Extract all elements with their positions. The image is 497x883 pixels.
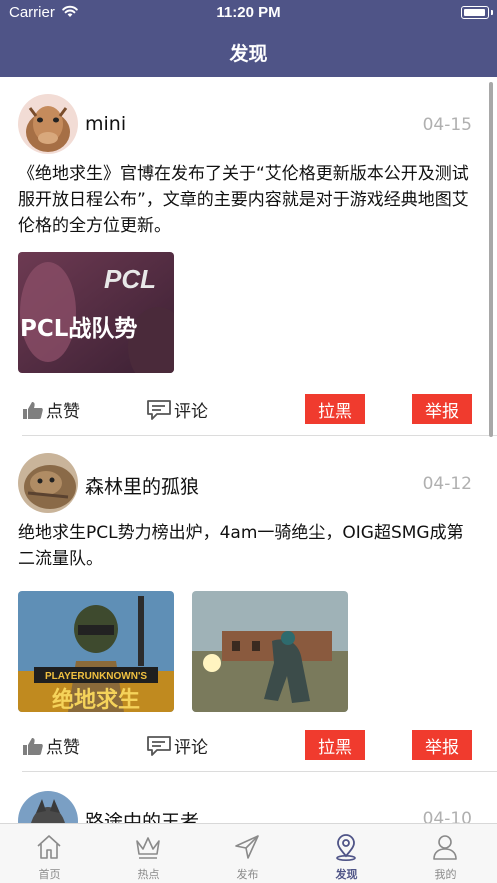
avatar[interactable]	[18, 453, 78, 513]
post-card: 森林里的孤狼 04-12 绝地求生PCL势力榜出炉，4am一骑绝尘，OIG超SM…	[0, 437, 497, 773]
battery-icon	[461, 6, 493, 19]
tab-label: 我的	[434, 868, 457, 881]
tab-home[interactable]: 首页	[0, 824, 99, 883]
username[interactable]: 路途中的王者	[85, 807, 199, 823]
clock: 11:20 PM	[216, 4, 281, 21]
username[interactable]: 森林里的孤狼	[85, 472, 199, 499]
avatar[interactable]	[18, 94, 78, 154]
comment-button[interactable]: 评论	[146, 733, 208, 758]
tab-hot[interactable]: 热点	[99, 824, 198, 883]
post-date: 04-12	[422, 474, 472, 494]
post-date: 04-10	[422, 809, 472, 823]
report-button[interactable]: 举报	[412, 394, 472, 424]
post-card: mini 04-15 《绝地求生》官博在发布了关于“艾伦格更新版本公开及测试服开…	[0, 77, 497, 437]
like-label: 点赞	[46, 738, 80, 758]
page-title: 发现	[229, 43, 268, 65]
divider	[22, 771, 497, 772]
tab-label: 热点	[137, 868, 160, 881]
post-date: 04-15	[422, 115, 472, 135]
like-button[interactable]: 点赞	[22, 397, 80, 422]
tab-profile[interactable]: 我的	[396, 824, 495, 883]
report-button[interactable]: 举报	[412, 730, 472, 760]
block-button[interactable]: 拉黑	[305, 394, 365, 424]
tab-label: 首页	[38, 868, 61, 881]
comment-label: 评论	[174, 738, 208, 758]
block-button[interactable]: 拉黑	[305, 730, 365, 760]
comment-label: 评论	[174, 402, 208, 422]
image-caption: PLAYERUNKNOWN'S	[45, 671, 147, 682]
comment-button[interactable]: 评论	[146, 397, 208, 422]
comment-icon	[147, 735, 171, 756]
post-feed[interactable]: mini 04-15 《绝地求生》官博在发布了关于“艾伦格更新版本公开及测试服开…	[0, 77, 497, 823]
tab-label: 发布	[236, 868, 259, 881]
navigation-bar: 发现	[0, 26, 497, 77]
like-button[interactable]: 点赞	[22, 733, 80, 758]
status-bar: Carrier 11:20 PM	[0, 0, 497, 26]
post-image[interactable]	[192, 591, 348, 712]
thumbs-up-icon	[23, 401, 43, 419]
tab-discover[interactable]: 发现	[297, 824, 396, 883]
like-label: 点赞	[46, 402, 80, 422]
post-content: 绝地求生PCL势力榜出炉，4am一骑绝尘，OIG超SMG成第二流量队。	[18, 523, 464, 569]
image-logo-text: PCL	[104, 264, 156, 294]
tab-label: 发现	[335, 868, 358, 881]
tab-publish[interactable]: 发布	[198, 824, 297, 883]
post-image[interactable]: PCL PCL战队势	[18, 252, 174, 373]
image-caption: PCL战队势	[20, 316, 137, 342]
svg-text:绝地求生: 绝地求生	[52, 687, 140, 712]
post-content: 《绝地求生》官博在发布了关于“艾伦格更新版本公开及测试服开放日程公布”，文章的主…	[18, 164, 469, 236]
divider	[22, 435, 497, 436]
crown-icon	[133, 832, 163, 866]
comment-icon	[147, 399, 171, 420]
avatar[interactable]	[18, 791, 78, 823]
send-icon	[232, 832, 262, 866]
tab-bar: 首页 热点 发布 发现 我的	[0, 823, 497, 883]
thumbs-up-icon	[23, 737, 43, 755]
username[interactable]: mini	[85, 113, 126, 135]
user-icon	[430, 832, 460, 866]
home-icon	[34, 832, 64, 866]
location-pin-icon	[331, 832, 361, 866]
post-image[interactable]: PLAYERUNKNOWN'S 绝地求生	[18, 591, 174, 712]
scrollbar[interactable]	[489, 82, 493, 437]
post-card: 路途中的王者 04-10	[0, 773, 497, 823]
